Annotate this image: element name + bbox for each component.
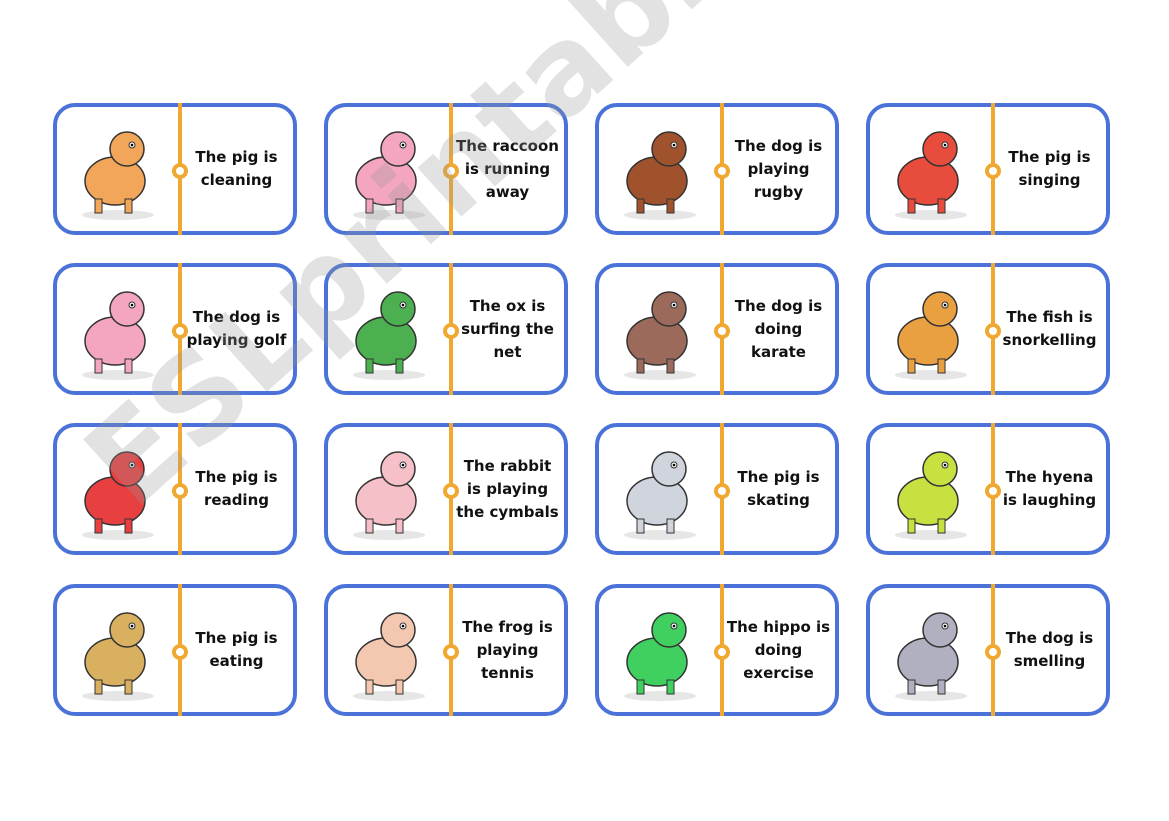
hippo-exercise-picture [878,600,984,704]
domino-card: The pig is singing [866,103,1110,235]
fish-snorkel-picture [65,439,171,543]
card-text: The fish is snorkelling [1002,308,1097,349]
domino-card: The dog is smelling [866,584,1110,716]
ox-golf-picture [336,279,442,383]
card-text: The dog is playing rugby [734,136,823,201]
domino-card: The pig is eating [53,584,297,716]
domino-card: The ox is surfing the net [324,263,568,395]
card-text: The raccoon is running away [456,136,559,201]
dog-rugby-picture [878,119,984,223]
domino-card: The dog is playing golf [53,263,297,395]
domino-card: The pig is skating [595,423,839,555]
card-text: The dog is playing golf [186,308,287,349]
frog-tennis-picture [607,600,713,704]
card-text: The hippo is doing exercise [726,617,831,682]
card-text: The ox is surfing the net [461,296,554,361]
domino-card: The hyena is laughing [866,423,1110,555]
card-text: The pig is singing [1008,148,1091,189]
domino-card: The pig is cleaning [53,103,297,235]
card-text: The pig is skating [737,468,820,509]
card-text: The pig is eating [195,629,278,670]
domino-card: The dog is playing rugby [595,103,839,235]
domino-card: The rabbit is playing the cymbals [324,423,568,555]
domino-card: The pig is reading [53,423,297,555]
domino-card: The hippo is doing exercise [595,584,839,716]
raccoon-running-picture [607,119,713,223]
pig-reading-picture [336,439,442,543]
pig-skating-picture [878,439,984,543]
ox-computer-picture [607,279,713,383]
pig-cleaning-picture [336,119,442,223]
card-text: The hyena is laughing [1002,468,1097,509]
card-text: The pig is reading [195,468,278,509]
hyena-laughing-picture [65,600,171,704]
card-text: The dog is smelling [1005,629,1094,670]
dog-sniffing-picture [65,119,171,223]
dog-karate-picture [878,279,984,383]
domino-card: The dog is doing karate [595,263,839,395]
pig-singing-picture [65,279,171,383]
domino-card: The raccoon is running away [324,103,568,235]
card-text: The frog is playing tennis [462,617,553,682]
pig-eating-picture [336,600,442,704]
card-text: The pig is cleaning [195,148,278,189]
rabbit-cymbals-picture [607,439,713,543]
card-text: The rabbit is playing the cymbals [456,456,559,521]
domino-card: The frog is playing tennis [324,584,568,716]
card-text: The dog is doing karate [734,296,823,361]
domino-card: The fish is snorkelling [866,263,1110,395]
